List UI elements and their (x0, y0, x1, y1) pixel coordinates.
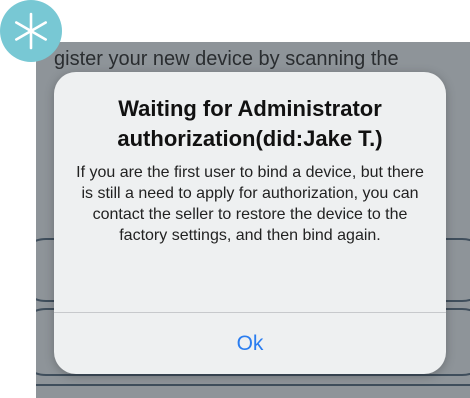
background-divider (36, 384, 470, 386)
asterisk-icon (0, 0, 62, 62)
dialog-title: Waiting for Administrator authorization(… (117, 96, 383, 151)
dialog-message: If you are the first user to bind a devi… (76, 164, 424, 244)
ok-button[interactable]: Ok (54, 313, 446, 374)
authorization-alert-dialog: Waiting for Administrator authorization(… (54, 72, 446, 374)
background-header-text: gister your new device by scanning the (54, 48, 399, 70)
